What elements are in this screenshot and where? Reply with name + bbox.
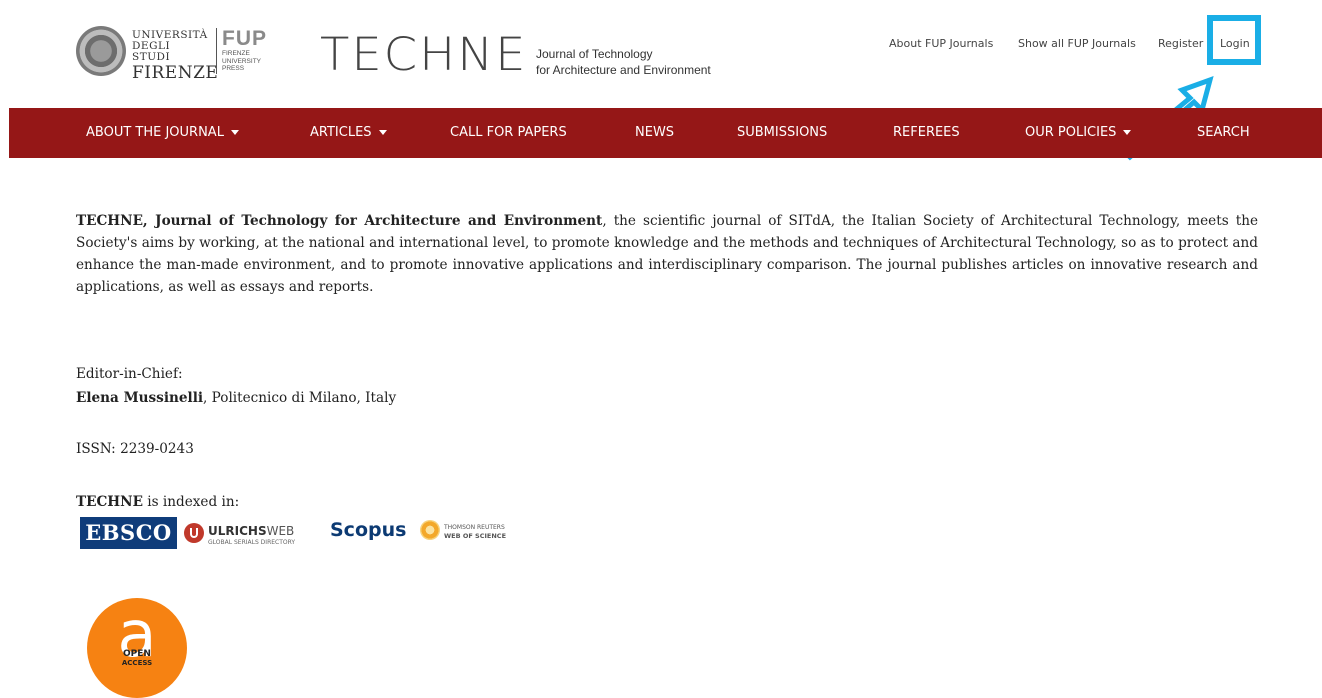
ulrichs-mark-icon [184,523,204,543]
login-highlight-box [1207,15,1261,65]
journal-tagline: Journal of Technology for Architecture a… [536,47,711,77]
about-fup-journals-link[interactable]: About FUP Journals [889,37,993,50]
editor-in-chief: Elena Mussinelli, Politecnico di Milano,… [76,390,396,406]
university-logo[interactable]: UNIVERSITÀ DEGLI STUDI FIRENZE FUP FIREN… [76,26,272,83]
index-logos: EBSCO ULRICHSWEB GLOBAL SERIALS DIRECTOR… [80,515,540,549]
university-name: UNIVERSITÀ DEGLI STUDI FIRENZE [132,29,219,84]
nav-search[interactable]: SEARCH [1197,108,1250,158]
university-seal-icon [76,26,126,76]
journal-description: TECHNE, Journal of Technology for Archit… [76,210,1258,298]
caret-down-icon [230,130,239,135]
nav-our-policies[interactable]: OUR POLICIES [1025,108,1132,158]
editor-label: Editor-in-Chief: [76,366,183,382]
thomson-reuters-logo[interactable]: THOMSON REUTERS WEB OF SCIENCE [420,520,550,544]
nav-about-the-journal[interactable]: ABOUT THE JOURNAL [86,108,239,158]
nav-news[interactable]: NEWS [635,108,674,158]
caret-down-icon [378,130,387,135]
ulrichsweb-logo[interactable]: ULRICHSWEB GLOBAL SERIALS DIRECTORY [184,519,324,549]
journal-logo[interactable]: TECHNE [320,31,528,79]
caret-down-icon [1123,130,1132,135]
indexed-in-label: TECHNE is indexed in: [76,494,240,510]
editor-name: Elena Mussinelli [76,390,204,406]
fup-logo: FUP FIRENZE UNIVERSITY PRESS [222,27,267,73]
editor-affiliation: , Politecnico di Milano, Italy [203,390,397,406]
nav-articles[interactable]: ARTICLES [310,108,387,158]
ebsco-logo[interactable]: EBSCO [80,517,177,549]
show-all-fup-journals-link[interactable]: Show all FUP Journals [1018,37,1136,50]
main-navigation: ABOUT THE JOURNAL ARTICLES CALL FOR PAPE… [9,108,1322,158]
register-link[interactable]: Register [1158,37,1203,50]
logo-divider [216,28,217,74]
scopus-logo[interactable]: Scopus [330,519,406,541]
nav-call-for-papers[interactable]: CALL FOR PAPERS [450,108,567,158]
open-access-logo[interactable]: a OPEN ACCESS [87,598,187,698]
journal-name: TECHNE, Journal of Technology for Archit… [76,213,603,229]
nav-submissions[interactable]: SUBMISSIONS [737,108,827,158]
thomson-reuters-mark-icon [420,520,440,540]
issn: ISSN: 2239-0243 [76,441,194,457]
nav-referees[interactable]: REFEREES [893,108,960,158]
